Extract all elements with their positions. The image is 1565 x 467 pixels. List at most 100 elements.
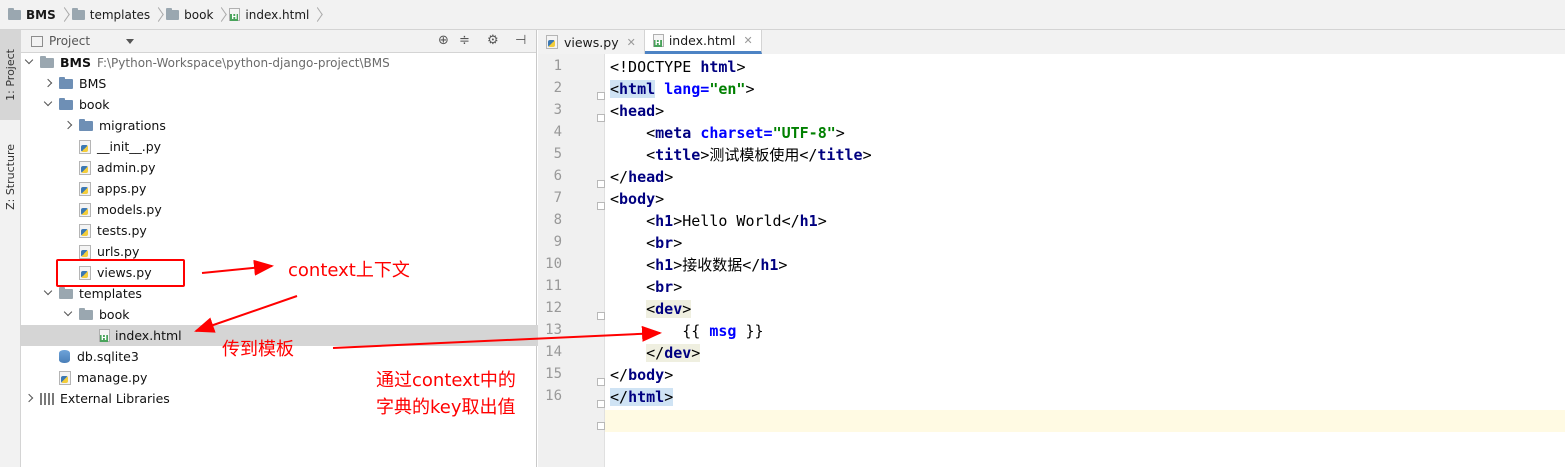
hide-panel-icon[interactable]: ⊣ bbox=[515, 34, 526, 48]
tree-item-bms[interactable]: BMS bbox=[21, 73, 559, 94]
code-line-1: <!DOCTYPE html> bbox=[610, 58, 746, 76]
tree-item-apps-py[interactable]: apps.py bbox=[21, 178, 579, 199]
line-number: 13 bbox=[545, 322, 562, 338]
tree-item-models-py[interactable]: models.py bbox=[21, 199, 579, 220]
chevron-down-icon[interactable] bbox=[63, 304, 75, 325]
annotation-context-label: context上下文 bbox=[288, 260, 410, 281]
breadcrumb-label: BMS bbox=[26, 7, 56, 22]
project-panel-header: Project ⊕ ≑ ⚙ ⊣ bbox=[21, 30, 536, 53]
python-file-icon bbox=[79, 139, 91, 154]
breadcrumb-item-index-html[interactable]: index.html bbox=[229, 0, 325, 30]
line-number: 16 bbox=[545, 388, 562, 404]
chevron-right-icon bbox=[313, 7, 321, 23]
tree-item-index-html[interactable]: index.html bbox=[21, 325, 599, 346]
code-editor[interactable]: 1 2 3 4 5 6 7 8 9 10 11 12 13 14 15 16 <… bbox=[538, 54, 1565, 467]
line-number: 2 bbox=[553, 80, 562, 96]
editor-tab-bar: views.py ✕ index.html ✕ bbox=[538, 30, 1565, 55]
python-file-icon bbox=[79, 223, 91, 238]
breadcrumb-item-templates[interactable]: templates bbox=[71, 0, 166, 30]
folder-icon bbox=[71, 7, 85, 20]
tree-item-label: book bbox=[99, 307, 130, 322]
line-number: 9 bbox=[553, 234, 562, 250]
tree-item-label: templates bbox=[79, 286, 142, 301]
code-line-14: </dev> bbox=[646, 344, 701, 362]
chevron-right-icon[interactable] bbox=[63, 115, 75, 136]
folder-icon bbox=[8, 7, 21, 20]
project-path: F:\Python-Workspace\python-django-projec… bbox=[96, 55, 390, 70]
fold-marker-icon[interactable] bbox=[597, 114, 605, 122]
current-line-highlight bbox=[605, 410, 1565, 432]
gear-icon[interactable]: ⚙ bbox=[487, 34, 499, 48]
fold-marker-icon[interactable] bbox=[597, 400, 605, 408]
breadcrumb-item-bms[interactable]: BMS bbox=[8, 0, 72, 30]
tree-item-init-py[interactable]: __init__.py bbox=[21, 136, 579, 157]
tab-structure-label: Z: Structure bbox=[4, 144, 17, 210]
line-number: 7 bbox=[553, 190, 562, 206]
breadcrumb-label: index.html bbox=[245, 7, 310, 22]
tree-item-label: tests.py bbox=[97, 223, 147, 238]
tab-label: views.py bbox=[564, 34, 619, 50]
tree-item-bms-root[interactable]: BMS F:\Python-Workspace\python-django-pr… bbox=[21, 52, 540, 73]
code-line-4: <meta charset="UTF-8"> bbox=[610, 124, 845, 142]
folder-icon bbox=[79, 307, 93, 320]
line-number: 1 bbox=[553, 58, 562, 74]
fold-marker-icon[interactable] bbox=[597, 202, 605, 210]
tree-item-tests-py[interactable]: tests.py bbox=[21, 220, 579, 241]
package-folder-icon bbox=[59, 97, 73, 110]
chevron-right-icon bbox=[60, 7, 68, 23]
tab-project-tool-window[interactable]: 1: Project bbox=[0, 30, 21, 120]
code-line-12: <dev> bbox=[646, 300, 692, 318]
code-line-13: {{ msg }} bbox=[610, 322, 764, 340]
close-icon[interactable]: ✕ bbox=[627, 36, 636, 49]
tree-item-label: migrations bbox=[99, 118, 166, 133]
line-number: 3 bbox=[553, 102, 562, 118]
tree-item-book[interactable]: book bbox=[21, 94, 559, 115]
chevron-down-icon[interactable] bbox=[43, 94, 55, 115]
folder-icon bbox=[59, 286, 73, 299]
python-file-icon bbox=[79, 160, 91, 175]
tree-item-label: External Libraries bbox=[60, 391, 170, 406]
fold-marker-icon[interactable] bbox=[597, 378, 605, 386]
close-icon[interactable]: ✕ bbox=[743, 34, 752, 47]
tree-item-templates-book[interactable]: book bbox=[21, 304, 579, 325]
locate-icon[interactable]: ⊕ bbox=[438, 34, 449, 48]
package-folder-icon bbox=[59, 76, 73, 89]
line-number: 12 bbox=[545, 300, 562, 316]
line-number: 5 bbox=[553, 146, 562, 162]
code-line-3: <head> bbox=[610, 102, 665, 120]
tree-item-label: book bbox=[79, 97, 110, 112]
chevron-down-icon[interactable] bbox=[126, 38, 135, 44]
tree-item-label: BMS bbox=[79, 76, 107, 91]
fold-marker-icon[interactable] bbox=[597, 180, 605, 188]
collapse-all-icon[interactable]: ≑ bbox=[459, 34, 470, 48]
chevron-right-icon[interactable] bbox=[24, 388, 36, 409]
fold-marker-icon[interactable] bbox=[597, 312, 605, 320]
tree-item-admin-py[interactable]: admin.py bbox=[21, 157, 579, 178]
project-view-selector[interactable]: Project bbox=[49, 34, 90, 48]
breadcrumb-item-book[interactable]: book bbox=[166, 0, 229, 30]
chevron-down-icon[interactable] bbox=[43, 283, 55, 304]
line-number-gutter: 1 2 3 4 5 6 7 8 9 10 11 12 13 14 15 16 bbox=[538, 54, 605, 467]
tree-item-label: urls.py bbox=[97, 244, 140, 259]
python-file-icon bbox=[79, 202, 91, 217]
tab-project-label: 1: Project bbox=[4, 49, 17, 101]
tree-item-migrations[interactable]: migrations bbox=[21, 115, 579, 136]
tab-views-py[interactable]: views.py ✕ bbox=[538, 30, 645, 54]
python-file-icon bbox=[59, 370, 71, 385]
fold-marker-icon[interactable] bbox=[597, 92, 605, 100]
chevron-right-icon[interactable] bbox=[43, 73, 55, 94]
code-line-15: </body> bbox=[610, 366, 674, 384]
annotation-note-line1: 通过context中的 bbox=[376, 370, 516, 391]
line-number: 11 bbox=[545, 278, 562, 294]
chevron-down-icon[interactable] bbox=[24, 52, 36, 73]
library-icon bbox=[40, 392, 54, 405]
tab-index-html[interactable]: index.html ✕ bbox=[644, 30, 762, 54]
html-file-icon bbox=[652, 34, 664, 47]
chevron-right-icon bbox=[217, 7, 225, 23]
project-icon bbox=[31, 35, 43, 47]
annotation-note-line2: 字典的key取出值 bbox=[376, 397, 516, 418]
tab-structure-tool-window[interactable]: Z: Structure bbox=[0, 122, 21, 232]
annotation-highlight-box bbox=[56, 259, 185, 287]
fold-marker-icon[interactable] bbox=[597, 422, 605, 430]
breadcrumb-label: book bbox=[184, 7, 214, 22]
